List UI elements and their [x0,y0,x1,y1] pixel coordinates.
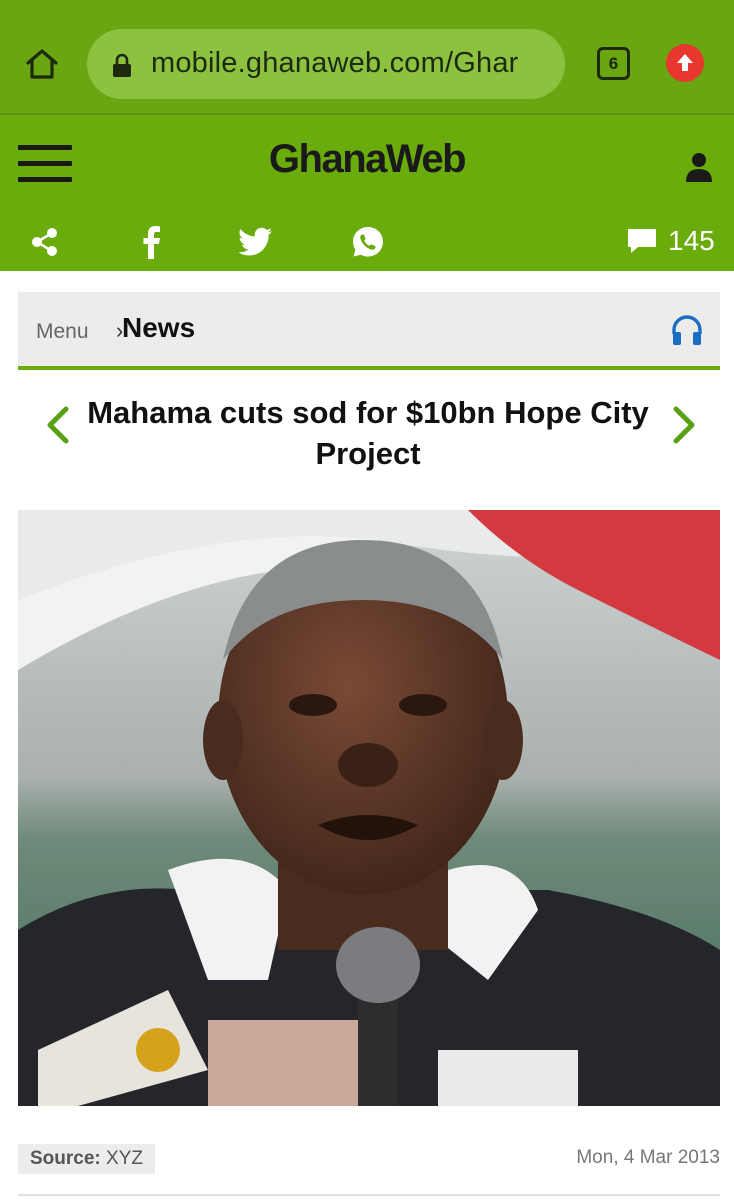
breadcrumb: Menu › News [18,292,720,370]
publish-date: Mon, 4 Mar 2013 [576,1147,720,1168]
source-value: XYZ [106,1148,143,1169]
address-bar[interactable]: mobile.ghanaweb.com/Ghar [87,29,565,99]
lock-icon [111,53,133,79]
chevron-right-icon[interactable] [668,403,702,447]
source-label: Source: [30,1148,101,1169]
article-photo [18,510,720,1106]
divider [18,1194,720,1196]
source-badge: Source: XYZ [18,1144,155,1174]
twitter-icon[interactable] [238,225,272,259]
share-icon[interactable] [28,225,62,259]
site-header: GhanaWeb 145 [0,113,734,271]
url-text: mobile.ghanaweb.com/Ghar [151,47,519,79]
tabs-icon[interactable]: 6 [597,47,630,80]
user-icon[interactable] [684,151,714,183]
headphones-icon[interactable] [670,314,704,346]
comment-count: 145 [668,225,715,256]
browser-toolbar: mobile.ghanaweb.com/Ghar 6 [0,0,734,113]
facebook-icon[interactable] [135,225,169,259]
site-logo[interactable]: GhanaWeb [0,137,734,182]
whatsapp-icon[interactable] [351,225,385,259]
article-title: Mahama cuts sod for $10bn Hope City Proj… [87,395,649,471]
update-icon[interactable] [666,44,704,82]
share-bar: 145 [0,213,734,273]
chevron-left-icon[interactable] [40,403,74,447]
breadcrumb-section[interactable]: News [122,312,195,344]
breadcrumb-menu-link[interactable]: Menu [36,320,89,344]
home-icon[interactable] [22,44,62,84]
comment-icon [628,229,656,253]
